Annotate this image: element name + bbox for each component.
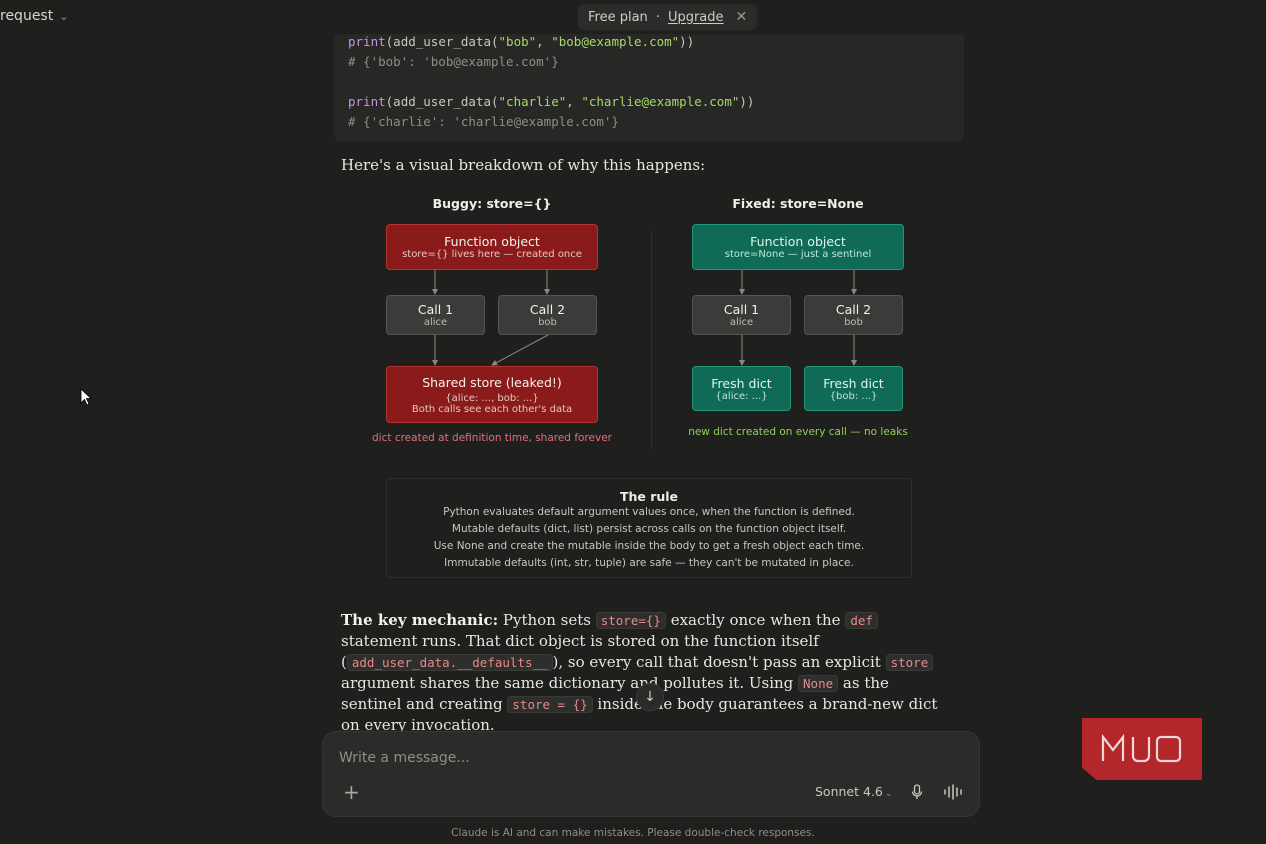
rule-line: Python evaluates default argument values… — [443, 506, 855, 518]
inline-code: def — [845, 612, 878, 629]
muo-logo-mark — [1101, 733, 1182, 763]
disclaimer: Claude is AI and can make mistakes. Plea… — [451, 827, 815, 839]
fresh-dict-box-1: Fresh dict {alice: ...} — [692, 366, 791, 411]
message-input[interactable]: Write a message... — [339, 750, 470, 766]
inline-code: None — [798, 675, 839, 692]
mech-text: exactly once when the — [665, 611, 846, 629]
rule-title: The rule — [619, 489, 679, 504]
buggy-call1-box: Call 1 alice — [386, 295, 485, 335]
fresh-dict1-sub: {alice: ...} — [715, 390, 768, 402]
mouse-cursor-icon — [80, 388, 92, 406]
rule-line: Mutable defaults (dict, list) persist ac… — [451, 523, 847, 535]
buggy-title: Buggy: store={} — [432, 196, 552, 211]
rule-box: The rule Python evaluates default argume… — [386, 478, 912, 578]
key-mechanic-label: The key mechanic: — [341, 611, 499, 629]
arrow-down-icon: ↓ — [644, 689, 656, 705]
buggy-note: dict created at definition time, shared … — [372, 432, 612, 444]
key-mechanic-paragraph: The key mechanic: Python sets store={} e… — [341, 610, 941, 736]
chevron-down-icon: ⌄ — [884, 789, 893, 799]
arrow — [491, 334, 549, 366]
plus-icon[interactable]: + — [343, 782, 360, 802]
fixed-call1-title: Call 1 — [723, 302, 760, 317]
mech-text: ), so every call that doesn't pass an ex… — [552, 653, 886, 671]
shared-store-sub1: {alice: ..., bob: ...} — [445, 392, 539, 404]
model-selector[interactable]: Sonnet 4.6 ⌄ — [815, 784, 892, 799]
fresh-dict-box-2: Fresh dict {bob: ...} — [804, 366, 903, 411]
shared-store-title: Shared store (leaked!) — [422, 374, 562, 390]
buggy-call2-sub: bob — [538, 317, 557, 328]
inline-code: store={} — [595, 612, 666, 629]
fixed-function-box: Function object store=None — just a sent… — [692, 224, 904, 270]
buggy-function-box: Function object store={} lives here — cr… — [386, 224, 598, 270]
buggy-function-title: Function object — [444, 234, 540, 249]
buggy-call2-title: Call 2 — [529, 302, 566, 317]
buggy-call2-box: Call 2 bob — [498, 295, 597, 335]
buggy-call1-sub: alice — [423, 317, 448, 328]
voice-wave-icon[interactable] — [943, 784, 963, 800]
microphone-icon[interactable] — [911, 784, 923, 800]
inline-code: store — [885, 654, 934, 671]
shared-store-box: Shared store (leaked!) {alice: ..., bob:… — [386, 366, 598, 423]
fresh-dict1-title: Fresh dict — [711, 375, 772, 391]
fixed-call2-box: Call 2 bob — [804, 295, 903, 335]
rule-line: Use None and create the mutable inside t… — [433, 540, 865, 552]
buggy-function-sub: store={} lives here — created once — [402, 249, 582, 260]
muo-watermark-logo — [1082, 718, 1202, 780]
fixed-call2-sub: bob — [844, 317, 863, 328]
fixed-call1-box: Call 1 alice — [692, 295, 791, 335]
fixed-call1-sub: alice — [729, 317, 754, 328]
model-name: Sonnet 4.6 — [815, 784, 883, 799]
rule-line: Immutable defaults (int, str, tuple) are… — [444, 557, 854, 569]
inline-code: add_user_data.__defaults__ — [346, 654, 553, 671]
fixed-title: Fixed: store=None — [732, 196, 864, 211]
mech-text: argument shares the same dictionary and … — [341, 674, 799, 692]
fresh-dict2-sub: {bob: ...} — [829, 390, 878, 402]
mech-text: Python sets — [498, 611, 596, 629]
shared-store-sub2: Both calls see each other's data — [411, 403, 573, 415]
diagram-divider — [651, 230, 652, 450]
fixed-note: new dict created on every call — no leak… — [688, 426, 908, 438]
buggy-call1-title: Call 1 — [417, 302, 454, 317]
fixed-function-title: Function object — [750, 234, 846, 249]
scroll-down-button[interactable]: ↓ — [636, 683, 664, 711]
inline-code: store = {} — [507, 696, 593, 713]
fixed-function-sub: store=None — just a sentinel — [724, 249, 872, 260]
message-composer[interactable]: Write a message... + Sonnet 4.6 ⌄ — [322, 731, 980, 817]
fixed-call2-title: Call 2 — [835, 302, 872, 317]
fresh-dict2-title: Fresh dict — [823, 375, 884, 391]
